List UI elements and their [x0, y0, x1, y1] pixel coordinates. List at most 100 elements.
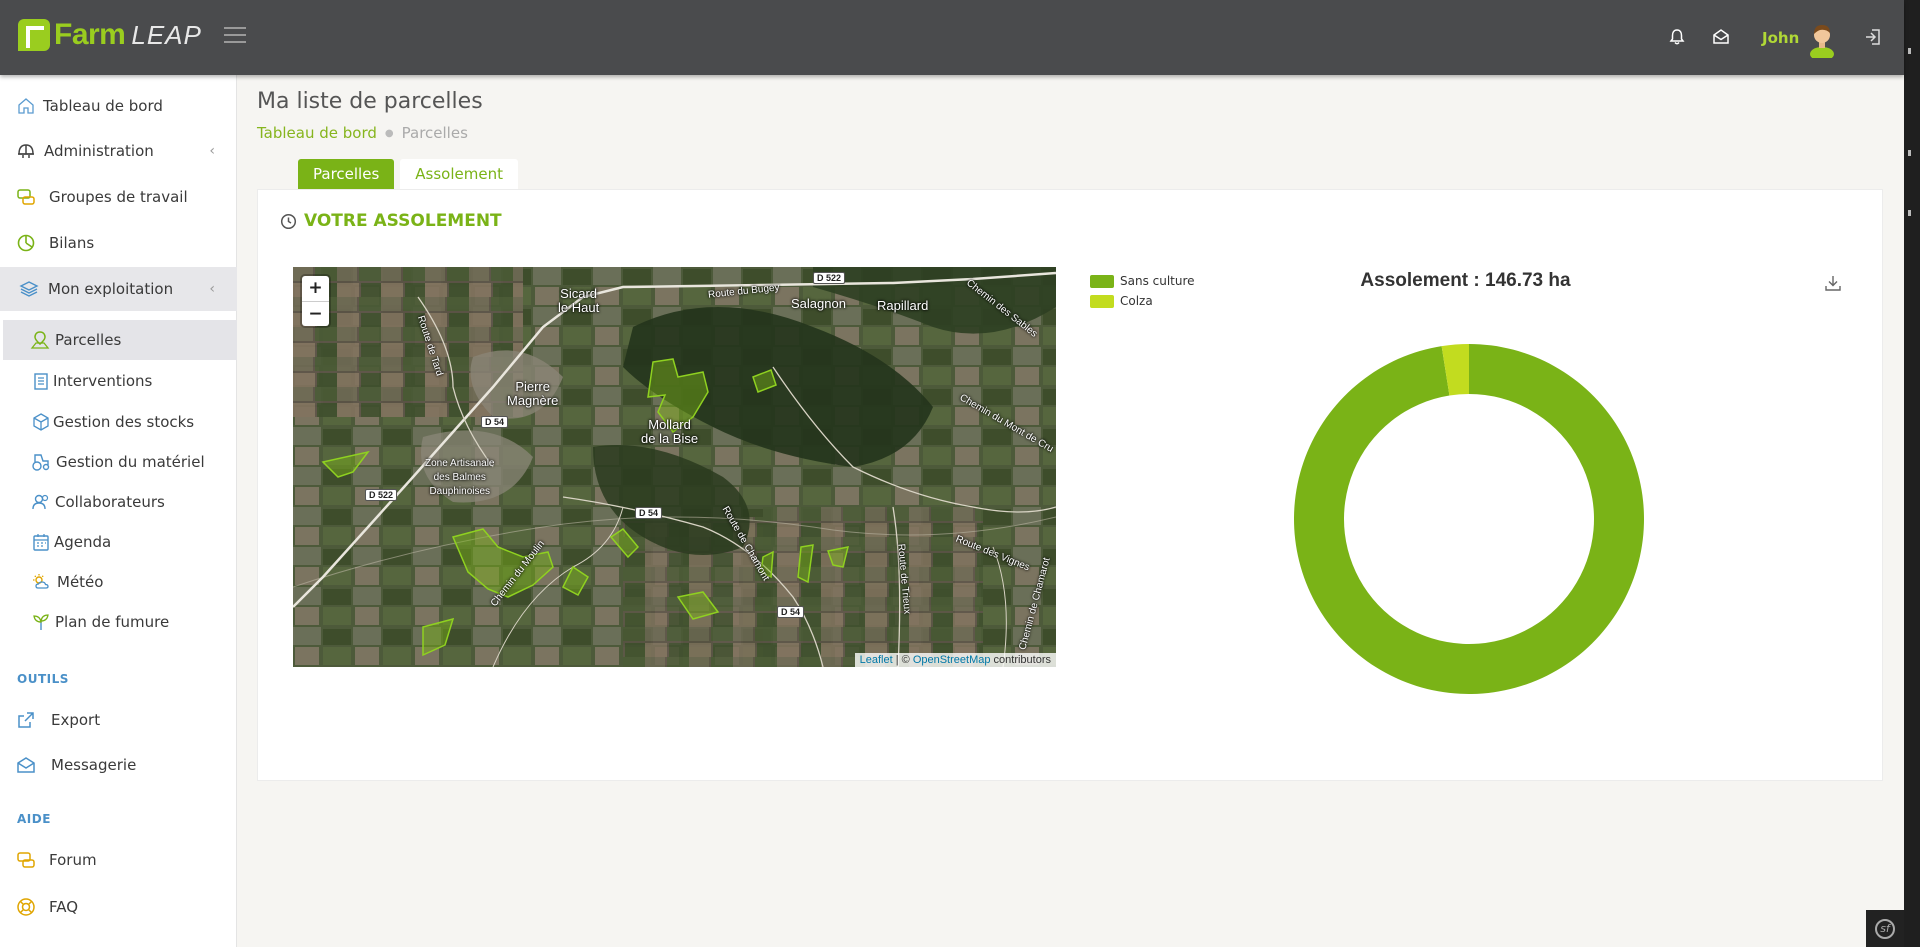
- attribution-separator: | ©: [892, 654, 913, 666]
- breadcrumb-home-link[interactable]: Tableau de bord: [257, 124, 377, 142]
- legend-item-sans-culture[interactable]: Sans culture: [1090, 271, 1195, 291]
- bell-icon[interactable]: [1667, 27, 1687, 47]
- map-label-mollard: Mollard de la Bise: [641, 417, 699, 446]
- sidebar-item-label: Tableau de bord: [43, 97, 163, 115]
- sidebar: Tableau de bord Administration ‹ Groupes…: [0, 75, 237, 947]
- sidebar-item-label: Export: [51, 711, 101, 729]
- sidebar-item-bilans[interactable]: Bilans: [0, 221, 237, 265]
- chevron-left-icon: ‹: [209, 143, 215, 159]
- menu-toggle-icon[interactable]: [224, 27, 246, 45]
- logo-leaf-icon: [18, 19, 50, 51]
- sidebar-item-label: Gestion du matériel: [56, 453, 205, 471]
- user-name[interactable]: John: [1762, 29, 1799, 47]
- layers-icon: [19, 281, 39, 297]
- zoom-out-button[interactable]: −: [302, 301, 329, 326]
- top-bar: Farm LEAP John: [0, 0, 1904, 75]
- weather-icon: [33, 574, 49, 589]
- sidebar-item-label: Agenda: [54, 533, 112, 551]
- helmet-icon: [18, 144, 34, 158]
- assolement-panel: VOTRE ASSOLEMENT + − Sicard le Haut Sala…: [257, 189, 1883, 781]
- sidebar-item-label: Gestion des stocks: [53, 413, 195, 431]
- map-attribution: Leaflet | © OpenStreetMap contributors: [854, 653, 1056, 667]
- sidebar-item-meteo[interactable]: Météo: [0, 562, 237, 602]
- lifebuoy-icon: [17, 898, 35, 916]
- sidebar-item-label: Collaborateurs: [55, 493, 165, 511]
- attribution-tail: contributors: [990, 654, 1051, 666]
- satellite-imagery: [293, 267, 1056, 667]
- legend-label: Sans culture: [1120, 274, 1195, 288]
- chat-icon: [17, 189, 35, 205]
- breadcrumb-current: Parcelles: [401, 124, 468, 142]
- sidebar-item-label: Groupes de travail: [49, 188, 188, 206]
- pie-icon: [17, 234, 35, 252]
- logout-icon[interactable]: [1863, 27, 1883, 47]
- zoom-control: + −: [302, 276, 329, 326]
- map-label-sicard: Sicard le Haut: [558, 286, 600, 315]
- sidebar-item-mon-exploitation[interactable]: Mon exploitation ‹: [0, 267, 237, 311]
- sidebar-item-label: Météo: [57, 573, 104, 591]
- envelope-open-icon[interactable]: [1711, 27, 1731, 47]
- openstreetmap-link[interactable]: OpenStreetMap: [913, 654, 991, 666]
- clipboard-icon: [34, 373, 48, 390]
- users-icon: [32, 494, 49, 510]
- road-tag: D 522: [813, 272, 846, 284]
- road-tag: D 54: [635, 507, 663, 519]
- sidebar-item-gestion-des-stocks[interactable]: Gestion des stocks: [0, 402, 237, 442]
- panel-title-text: VOTRE ASSOLEMENT: [304, 211, 502, 231]
- map-label-salagnon: Salagnon: [791, 296, 846, 311]
- legend-swatch: [1090, 274, 1114, 288]
- zoom-in-button[interactable]: +: [302, 276, 329, 301]
- legend-item-colza[interactable]: Colza: [1090, 291, 1195, 311]
- map-label-pierre-magnere: Pierre Magnère: [507, 379, 559, 408]
- sidebar-item-label: Interventions: [53, 372, 153, 390]
- panel-title: VOTRE ASSOLEMENT: [280, 211, 502, 231]
- sidebar-item-gestion-du-materiel[interactable]: Gestion du matériel: [0, 442, 237, 482]
- chevron-left-icon: ‹: [209, 281, 215, 297]
- sidebar-item-administration[interactable]: Administration ‹: [0, 129, 237, 173]
- avatar[interactable]: [1805, 20, 1839, 58]
- sidebar-item-tableau-de-bord[interactable]: Tableau de bord: [0, 84, 237, 128]
- section-title-outils: OUTILS: [17, 672, 69, 686]
- scrollbar-strip[interactable]: [1904, 0, 1920, 947]
- leaflet-link[interactable]: Leaflet: [860, 654, 893, 666]
- sidebar-item-export[interactable]: Export: [0, 698, 237, 742]
- road-tag: D 54: [481, 416, 509, 428]
- road-tag: D 54: [777, 606, 805, 618]
- forum-icon: [17, 852, 35, 868]
- donut-chart: [1294, 344, 1644, 694]
- mail-icon: [17, 757, 35, 773]
- sidebar-item-forum[interactable]: Forum: [0, 838, 237, 882]
- sidebar-item-label: Plan de fumure: [55, 613, 170, 631]
- sidebar-item-messagerie[interactable]: Messagerie: [0, 743, 237, 787]
- sidebar-item-interventions[interactable]: Interventions: [0, 361, 237, 401]
- sidebar-item-label: Parcelles: [55, 331, 122, 349]
- symfony-debug-icon[interactable]: sf: [1866, 910, 1904, 947]
- map-pin-icon: [30, 331, 50, 349]
- breadcrumb: Tableau de bord ● Parcelles: [257, 124, 468, 142]
- parcel-map[interactable]: + − Sicard le Haut Salagnon Rapillard Pi…: [293, 267, 1056, 667]
- logo-farm-text: Farm: [54, 18, 126, 51]
- sidebar-item-groupes-de-travail[interactable]: Groupes de travail: [0, 175, 237, 219]
- tab-assolement[interactable]: Assolement: [400, 159, 518, 189]
- road-tag: D 522: [365, 489, 398, 501]
- tabs: Parcelles Assolement: [298, 159, 524, 189]
- donut-slice-sans-culture[interactable]: [1294, 344, 1644, 694]
- sidebar-item-label: Forum: [49, 851, 97, 869]
- farmleap-logo[interactable]: Farm LEAP: [18, 17, 202, 53]
- download-icon[interactable]: [1824, 274, 1842, 292]
- tab-parcelles[interactable]: Parcelles: [298, 159, 395, 189]
- sidebar-item-faq[interactable]: FAQ: [0, 885, 237, 929]
- sidebar-item-label: Bilans: [49, 234, 95, 252]
- sidebar-item-plan-de-fumure[interactable]: Plan de fumure: [0, 602, 237, 642]
- sidebar-item-parcelles[interactable]: Parcelles: [3, 320, 237, 360]
- sidebar-item-agenda[interactable]: Agenda: [0, 522, 237, 562]
- logo-leap-text: LEAP: [131, 19, 202, 50]
- section-title-aide: AIDE: [17, 812, 51, 826]
- sidebar-item-collaborateurs[interactable]: Collaborateurs: [0, 482, 237, 522]
- chart-legend: Sans culture Colza: [1090, 271, 1195, 311]
- home-icon: [18, 98, 34, 114]
- tractor-icon: [32, 454, 50, 471]
- legend-label: Colza: [1120, 294, 1153, 308]
- sidebar-item-label: Messagerie: [51, 756, 137, 774]
- page-title: Ma liste de parcelles: [257, 89, 483, 114]
